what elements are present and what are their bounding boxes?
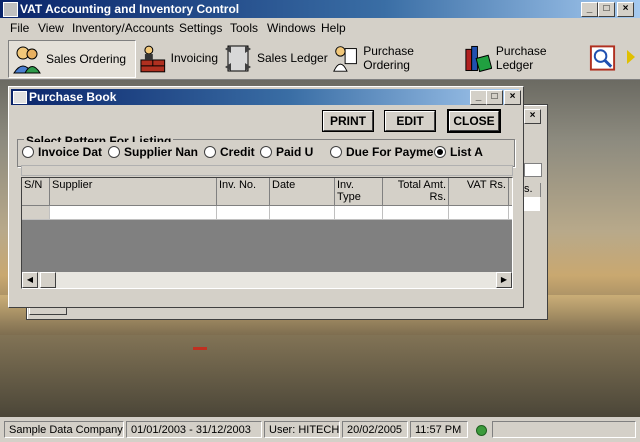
col-vat[interactable]: VAT Rs. (449, 178, 509, 206)
clerk-icon (333, 46, 357, 72)
table-row-cell-vat[interactable] (449, 206, 509, 220)
radio-list-all-label: List A (450, 145, 483, 159)
sales-ledger-label: Sales Ledger (257, 51, 328, 65)
menu-file[interactable]: File (10, 21, 29, 35)
print-button[interactable]: PRINT (323, 111, 373, 131)
purchase-book-title: Purchase Book (29, 90, 117, 104)
col-overflow (509, 178, 512, 206)
purchase-ledger-button[interactable]: Purchase Ledger (460, 40, 584, 76)
purchase-ledger-label: Purchase Ledger (495, 44, 547, 72)
table-row-cell-supplier[interactable] (50, 206, 217, 220)
magnifier-document-icon (589, 45, 616, 71)
bg-window-column-header: s. (524, 183, 541, 197)
status-led-icon (476, 425, 487, 436)
radio-paid-u[interactable]: Paid U (260, 144, 326, 160)
bg-window-close-icon[interactable]: × (524, 109, 541, 124)
purchase-ordering-button[interactable]: Purchase Ordering (328, 40, 458, 76)
menu-windows[interactable]: Windows (267, 21, 316, 35)
radio-supplier-name-label: Supplier Nan (124, 145, 199, 159)
radio-supplier-name[interactable]: Supplier Nan (108, 144, 204, 160)
table-row-cell-inv-no[interactable] (217, 206, 270, 220)
app-icon[interactable] (3, 2, 18, 17)
minimize-icon[interactable]: _ (581, 2, 598, 17)
table-row-cell-inv-type[interactable] (335, 206, 383, 220)
pb-close-icon[interactable]: × (504, 90, 521, 105)
status-date: 20/02/2005 (342, 421, 408, 438)
table-row-cell-date[interactable] (270, 206, 335, 220)
sales-ordering-button[interactable]: Sales Ordering (8, 40, 136, 78)
horizontal-scrollbar[interactable]: ◀ ▶ (22, 272, 512, 288)
listing-pattern-group-label: Select Pattern For Listing (24, 132, 174, 142)
group-divider (21, 165, 513, 176)
radio-list-all-circle[interactable] (434, 146, 446, 158)
radio-paid-u-circle[interactable] (260, 146, 272, 158)
bg-window-cell (524, 197, 540, 211)
status-period: 01/01/2003 - 31/12/2003 (126, 421, 262, 438)
sales-ordering-label: Sales Ordering (46, 52, 127, 66)
menu-view[interactable]: View (38, 21, 64, 35)
table-row-cell-total[interactable] (383, 206, 449, 220)
close-icon[interactable]: × (617, 2, 634, 17)
radio-due-for-payment[interactable]: Due For Payme (330, 144, 436, 160)
radio-list-all[interactable]: List A (434, 144, 504, 160)
maximize-icon[interactable]: □ (598, 2, 615, 17)
radio-credit-circle[interactable] (204, 146, 216, 158)
main-title-bar: VAT Accounting and Inventory Control _ □… (0, 0, 640, 18)
status-company: Sample Data Company (4, 421, 124, 438)
wallpaper-red-mark (193, 347, 207, 350)
row-indicator[interactable] (22, 206, 50, 220)
radio-credit[interactable]: Credit (204, 144, 260, 160)
menu-tools[interactable]: Tools (230, 21, 258, 35)
sales-ledger-button[interactable]: Sales Ledger (220, 40, 328, 76)
table-row-cell-overflow (509, 206, 512, 220)
app-title: VAT Accounting and Inventory Control (20, 2, 240, 16)
invoicing-label: Invoicing (170, 51, 218, 65)
menu-help[interactable]: Help (321, 21, 346, 35)
invoicing-button[interactable]: Invoicing (134, 40, 218, 76)
toolbar: Sales Ordering Invoicing Sales Ledger Pu… (0, 37, 640, 80)
pb-maximize-icon[interactable]: □ (486, 90, 503, 105)
radio-invoice-date[interactable]: Invoice Dat (22, 144, 108, 160)
menu-inventory-accounts[interactable]: Inventory/Accounts (72, 21, 174, 35)
window-icon[interactable] (13, 91, 27, 104)
status-empty-panel (492, 421, 636, 438)
scroll-thumb[interactable] (40, 272, 56, 288)
menu-settings[interactable]: Settings (179, 21, 222, 35)
radio-paid-u-label: Paid U (276, 145, 314, 159)
listing-pattern-group: Select Pattern For Listing Invoice Dat S… (17, 132, 515, 167)
toolbar-more-arrow-icon[interactable] (627, 50, 635, 64)
purchase-book-title-bar: Purchase Book _ □ × (11, 89, 521, 105)
search-report-button[interactable] (585, 40, 621, 76)
status-time: 11:57 PM (410, 421, 468, 438)
ledger-icon (225, 45, 251, 72)
books-icon (465, 45, 492, 73)
radio-supplier-name-circle[interactable] (108, 146, 120, 158)
radio-due-for-payment-label: Due For Payme (346, 145, 434, 159)
col-total-amt[interactable]: Total Amt. Rs. (383, 178, 449, 206)
pb-minimize-icon[interactable]: _ (470, 90, 487, 105)
col-inv-type[interactable]: Inv. Type (335, 178, 383, 206)
menu-bar: File View Inventory/Accounts Settings To… (0, 18, 640, 37)
col-inv-no[interactable]: Inv. No. (217, 178, 270, 206)
col-supplier[interactable]: Supplier (50, 178, 217, 206)
scroll-right-icon[interactable]: ▶ (496, 272, 512, 288)
status-bar: Sample Data Company 01/01/2003 - 31/12/2… (0, 417, 640, 442)
scroll-left-icon[interactable]: ◀ (22, 272, 38, 288)
edit-button[interactable]: EDIT (385, 111, 435, 131)
close-button[interactable]: CLOSE (449, 111, 499, 131)
col-date[interactable]: Date (270, 178, 335, 206)
radio-credit-label: Credit (220, 145, 255, 159)
radio-due-for-payment-circle[interactable] (330, 146, 342, 158)
radio-invoice-date-circle[interactable] (22, 146, 34, 158)
worker-bricks-icon (140, 45, 166, 73)
col-sn[interactable]: S/N (22, 178, 50, 206)
people-icon (13, 46, 41, 74)
purchase-ordering-label: Purchase Ordering (363, 44, 414, 72)
bg-window-field (524, 163, 542, 177)
purchase-book-window[interactable]: Purchase Book _ □ × PRINT EDIT CLOSE Sel… (8, 86, 524, 308)
purchase-grid[interactable]: S/N Supplier Inv. No. Date Inv. Type Tot… (21, 177, 513, 289)
radio-invoice-date-label: Invoice Dat (38, 145, 103, 159)
status-user: User: HITECH (264, 421, 340, 438)
